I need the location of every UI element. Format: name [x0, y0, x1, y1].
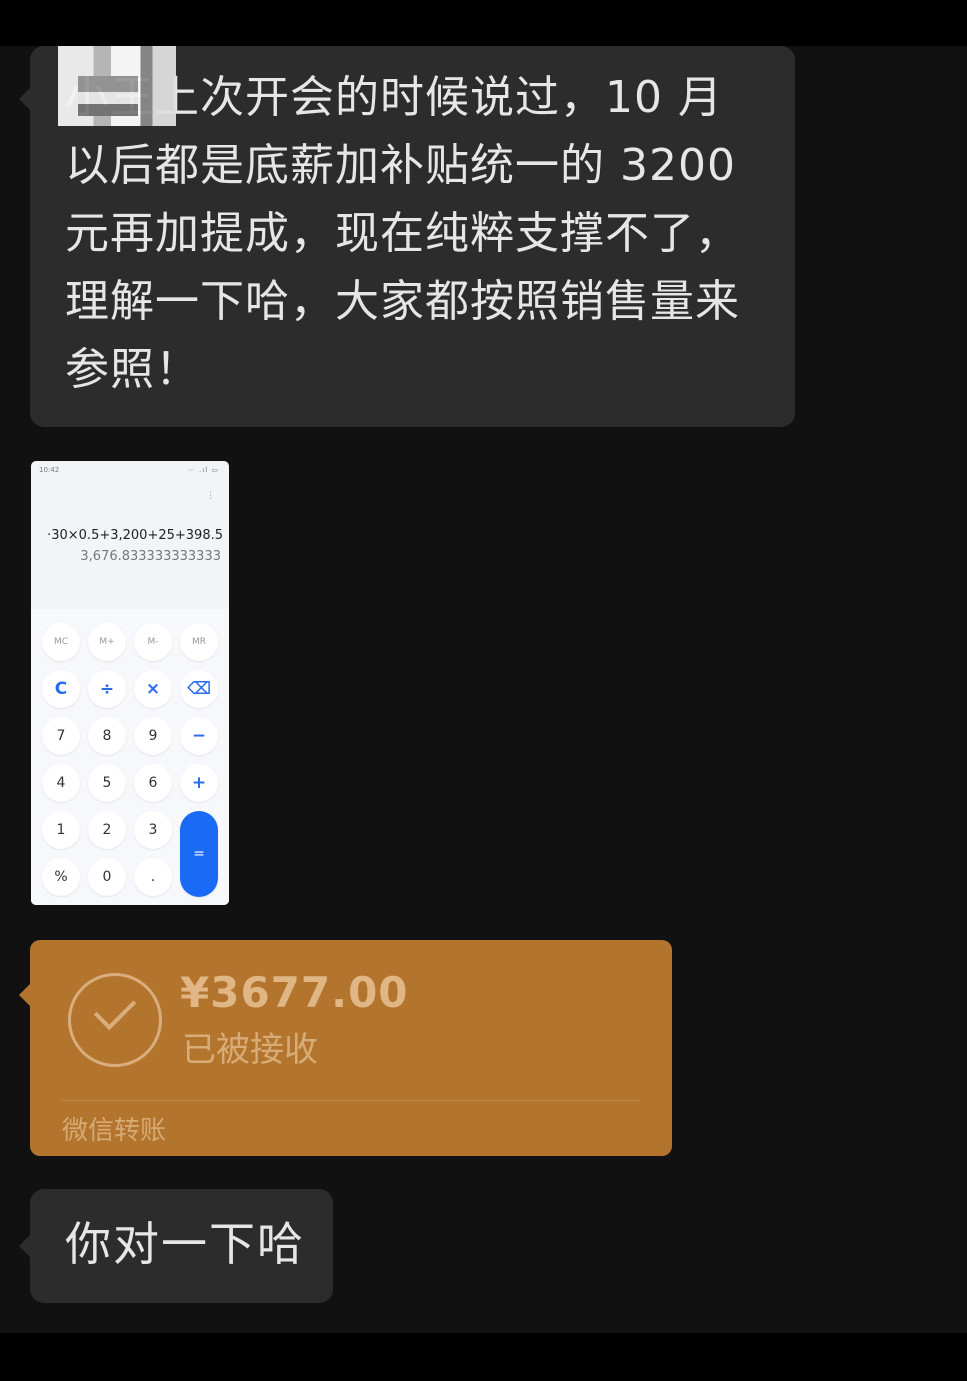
- key-3: 3: [134, 811, 172, 849]
- key-multiply: ×: [134, 670, 172, 708]
- calc-keypad: MC M+ M- MR C ÷ × ⌫ 7 8 9 − 4 5 6 + 1 2 …: [31, 609, 229, 905]
- divider: [62, 1100, 640, 1101]
- key-m-plus: M+: [88, 623, 126, 661]
- key-mc: MC: [42, 623, 80, 661]
- key-equals: =: [180, 811, 218, 897]
- key-8: 8: [88, 717, 126, 755]
- redacted-name-mosaic: [58, 46, 176, 126]
- bubble-tail: [19, 1235, 30, 1257]
- status-time: 10:42: [39, 466, 60, 474]
- transfer-amount: ¥3677.00: [180, 968, 409, 1017]
- key-minus: −: [180, 717, 218, 755]
- transfer-card[interactable]: ¥3677.00 已被接收 微信转账: [19, 940, 672, 1156]
- key-2: 2: [88, 811, 126, 849]
- status-icons: ⋯ .ıl ▭: [187, 466, 219, 474]
- key-9: 9: [134, 717, 172, 755]
- check-circle-icon: [68, 973, 162, 1067]
- bottom-bar: [0, 1333, 967, 1381]
- calc-expression: ·30×0.5+3,200+25+398.5: [47, 528, 223, 543]
- calc-result: 3,676.833333333333: [80, 549, 221, 564]
- key-6: 6: [134, 764, 172, 802]
- bubble-tail: [19, 88, 30, 110]
- key-clear: C: [42, 670, 80, 708]
- key-m-minus: M-: [134, 623, 172, 661]
- key-0: 0: [88, 858, 126, 896]
- message-text: 你对一下哈: [65, 1217, 305, 1271]
- key-7: 7: [42, 717, 80, 755]
- key-dot: .: [134, 858, 172, 896]
- transfer-status: 已被接收: [182, 1030, 318, 1070]
- key-5: 5: [88, 764, 126, 802]
- key-4: 4: [42, 764, 80, 802]
- bubble-tail: [19, 984, 30, 1006]
- key-1: 1: [42, 811, 80, 849]
- backspace-icon: ⌫: [180, 670, 218, 708]
- key-divide: ÷: [88, 670, 126, 708]
- top-bar: [0, 0, 967, 46]
- transfer-label: 微信转账: [62, 1116, 167, 1146]
- more-icon: ⋮: [206, 491, 215, 501]
- key-plus: +: [180, 764, 218, 802]
- message-bubble[interactable]: 你对一下哈: [19, 1189, 333, 1303]
- key-mr: MR: [180, 623, 218, 661]
- calculator-screenshot-image[interactable]: 10:42 ⋯ .ıl ▭ ⋮ ·30×0.5+3,200+25+398.5 3…: [31, 461, 229, 905]
- key-percent: %: [42, 858, 80, 896]
